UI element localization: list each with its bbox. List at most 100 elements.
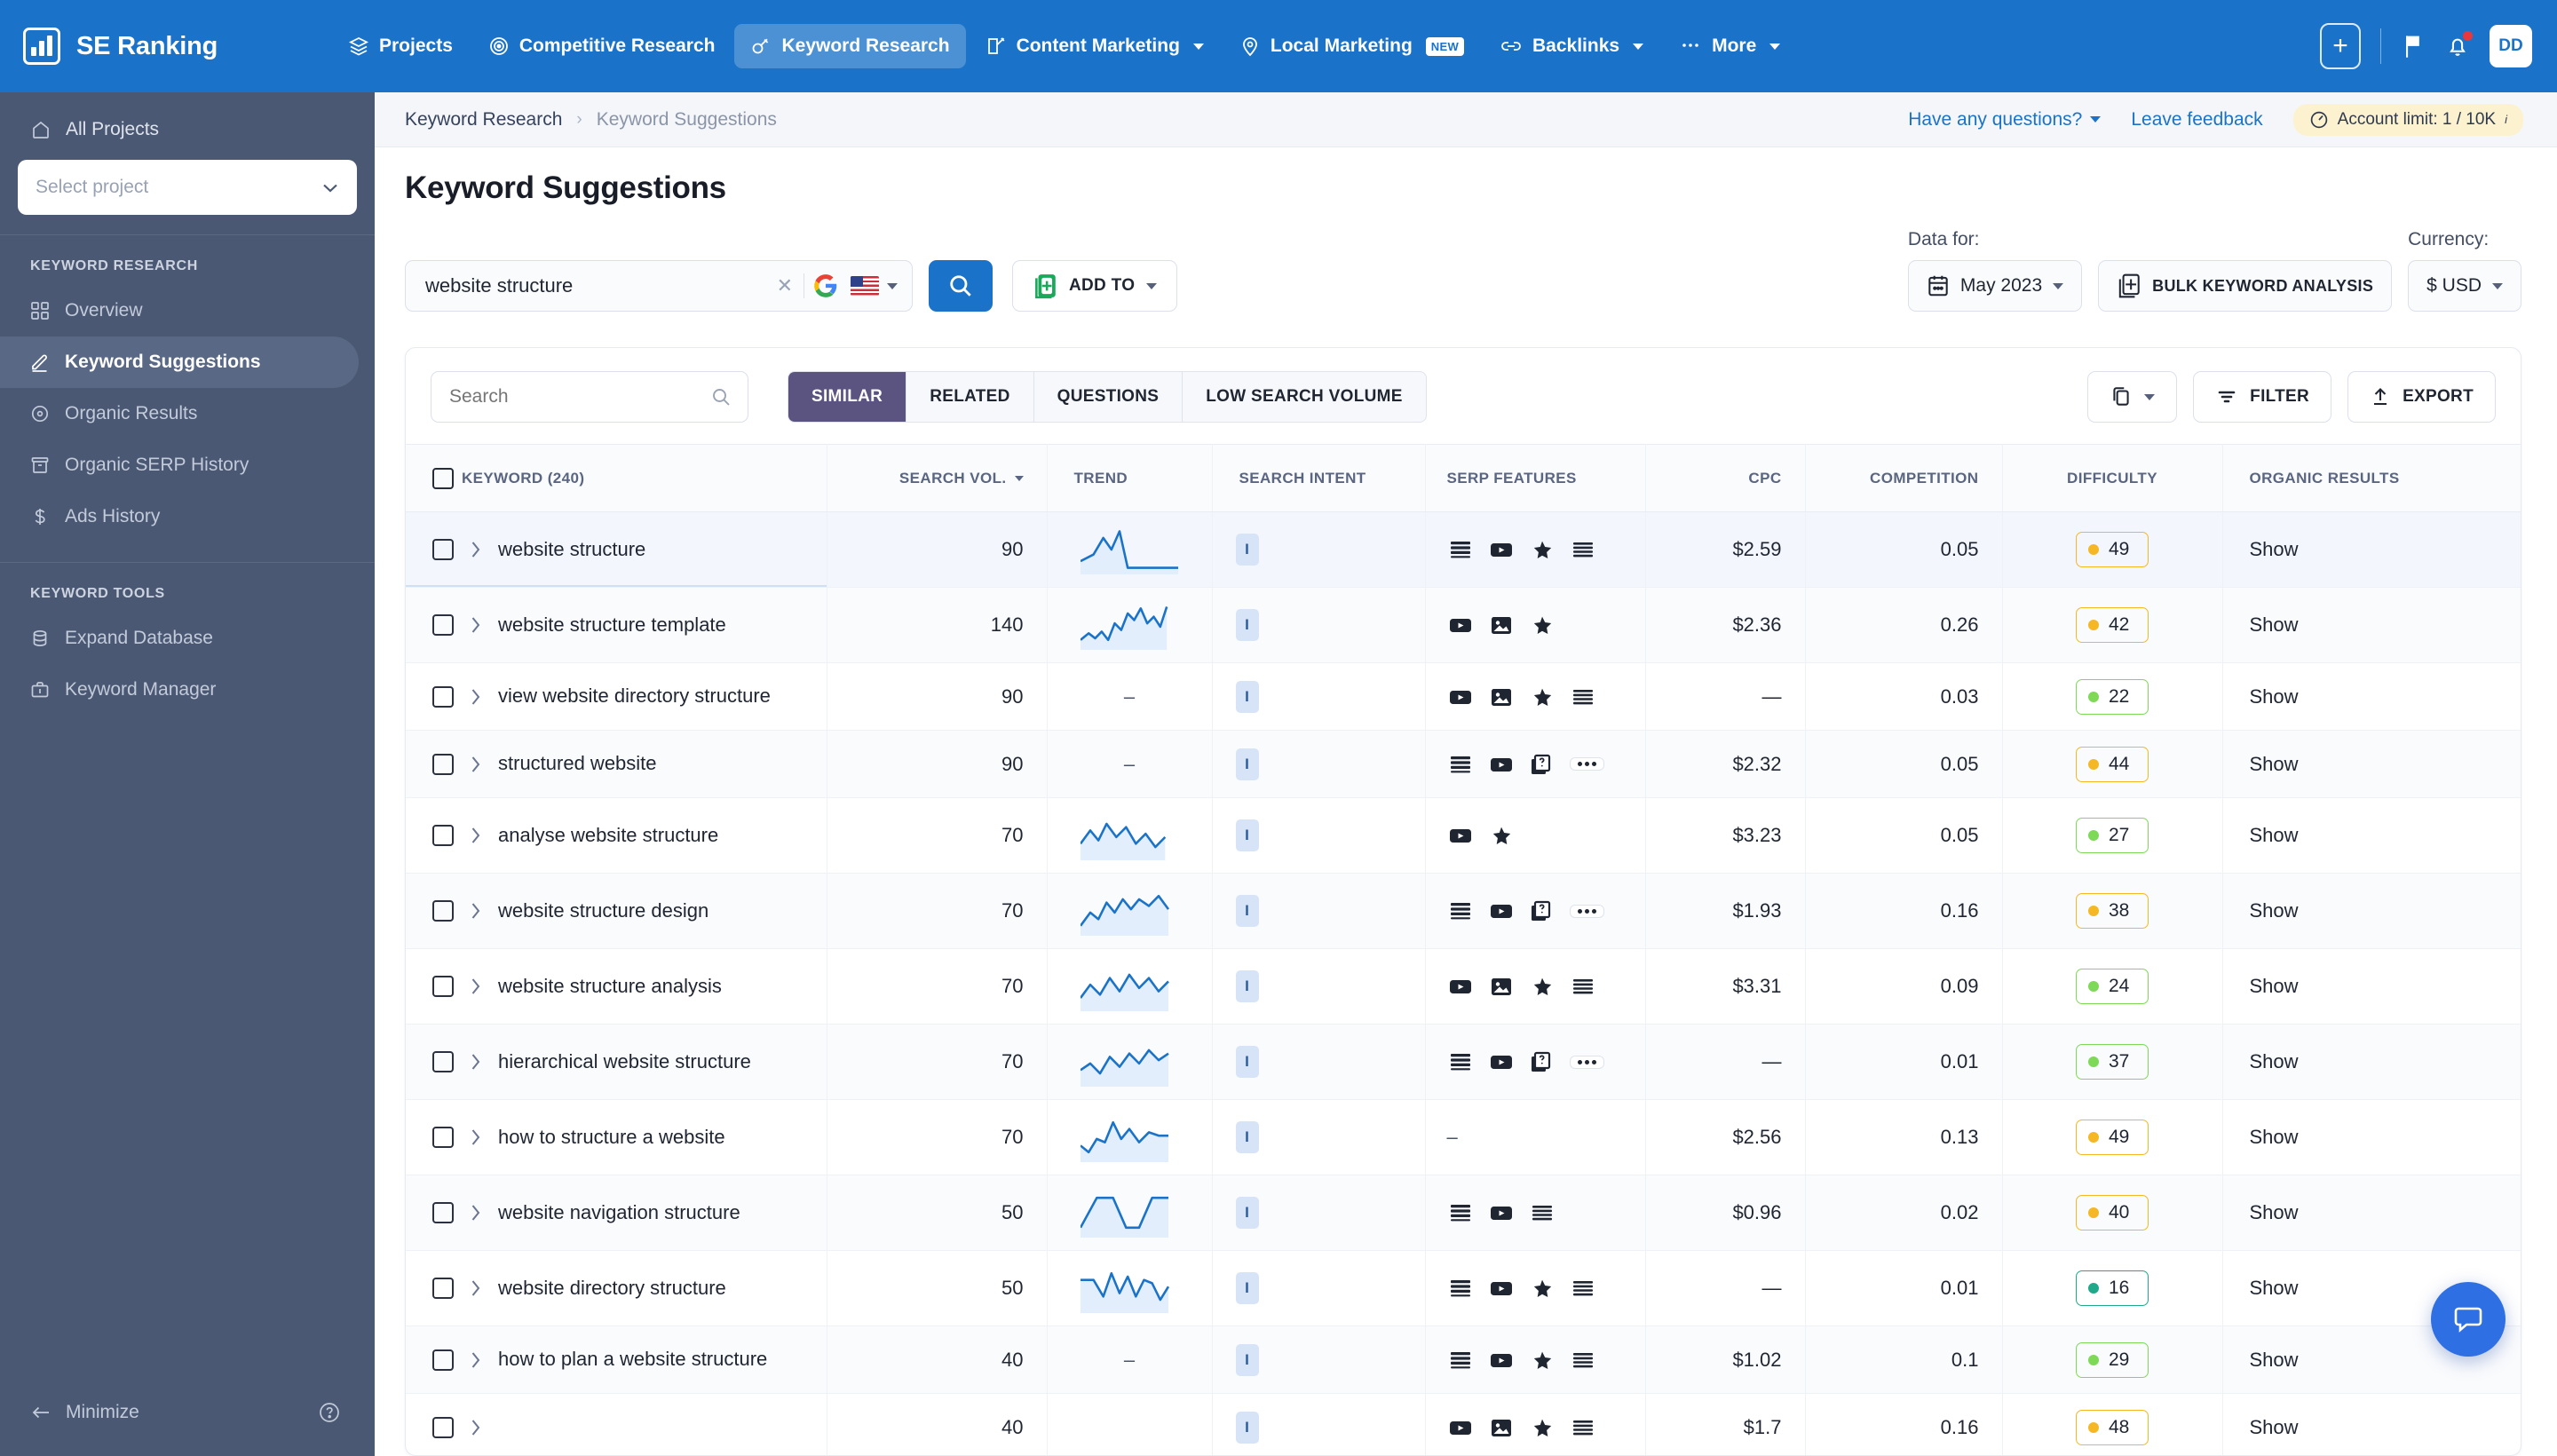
expand-chevron-icon[interactable] (470, 615, 482, 635)
reviews-star-icon[interactable] (1488, 824, 1515, 847)
difficulty-badge[interactable]: 48 (2076, 1409, 2149, 1445)
show-organic-link[interactable]: Show (2250, 685, 2299, 708)
table-row[interactable]: how to plan a website structure 40– I $1.02… (406, 1325, 2521, 1394)
expand-chevron-icon[interactable] (470, 755, 482, 774)
featured-snippet-icon[interactable] (1447, 538, 1474, 561)
table-row[interactable]: view website directory structure 90– I —0.0… (406, 662, 2521, 731)
show-organic-link[interactable]: Show (2250, 824, 2299, 846)
row-checkbox[interactable] (432, 753, 454, 775)
featured-snippet-icon[interactable] (1447, 1201, 1474, 1224)
difficulty-badge[interactable]: 37 (2076, 1044, 2149, 1080)
featured-snippet-icon[interactable] (1447, 753, 1474, 776)
intent-badge[interactable]: I (1235, 819, 1259, 851)
intent-badge[interactable]: I (1235, 970, 1259, 1002)
reviews-star-icon[interactable] (1529, 975, 1556, 998)
sidebar-item-organic-results[interactable]: Organic Results (0, 388, 359, 439)
expand-chevron-icon[interactable] (470, 901, 482, 921)
more-serp-features-button[interactable] (1569, 757, 1604, 771)
difficulty-badge[interactable]: 24 (2076, 969, 2149, 1004)
sitelinks-icon[interactable] (1570, 1277, 1596, 1300)
expand-chevron-icon[interactable] (470, 540, 482, 559)
row-checkbox[interactable] (432, 539, 454, 560)
sidebar-item-keyword-manager[interactable]: Keyword Manager (0, 664, 359, 716)
reviews-star-icon[interactable] (1529, 685, 1556, 708)
brand-logo-area[interactable]: SE Ranking (23, 28, 332, 65)
row-checkbox[interactable] (432, 1051, 454, 1072)
row-checkbox[interactable] (432, 976, 454, 997)
sidebar-item-keyword-suggestions[interactable]: Keyword Suggestions (0, 336, 359, 388)
keyword-search-box[interactable]: ✕ (405, 260, 913, 312)
nav-item-projects[interactable]: Projects (332, 24, 469, 68)
reviews-star-icon[interactable] (1529, 538, 1556, 561)
column-search-volume[interactable]: SEARCH VOL. (827, 444, 1048, 512)
show-organic-link[interactable]: Show (2250, 1416, 2299, 1438)
video-icon[interactable] (1447, 685, 1474, 708)
nav-item-competitive-research[interactable]: Competitive Research (472, 24, 732, 68)
intent-badge[interactable]: I (1235, 1121, 1259, 1153)
row-checkbox[interactable] (432, 1416, 454, 1438)
reviews-star-icon[interactable] (1529, 1349, 1556, 1372)
table-row[interactable]: analyse website structure 70 I $3.23 0.05 27 S… (406, 797, 2521, 874)
images-icon[interactable] (1488, 975, 1515, 998)
sidebar-item-overview[interactable]: Overview (0, 285, 359, 336)
table-row[interactable]: hierarchical website structure 70 I —0.01 37… (406, 1024, 2521, 1100)
clear-search-icon[interactable]: ✕ (768, 274, 802, 297)
intent-badge[interactable]: I (1235, 1197, 1259, 1229)
sitelinks-icon[interactable] (1529, 1201, 1556, 1224)
reviews-star-icon[interactable] (1529, 1277, 1556, 1300)
video-icon[interactable] (1488, 1201, 1515, 1224)
expand-chevron-icon[interactable] (470, 977, 482, 996)
table-search-input[interactable] (449, 386, 710, 408)
table-row[interactable]: website structure analysis 70 I $3.31 0.09 24… (406, 948, 2521, 1025)
show-organic-link[interactable]: Show (2250, 1126, 2299, 1148)
intent-badge[interactable]: I (1235, 609, 1259, 641)
expand-chevron-icon[interactable] (470, 1052, 482, 1072)
sitelinks-icon[interactable] (1570, 975, 1596, 998)
featured-snippet-icon[interactable] (1447, 899, 1474, 922)
nav-item-content-marketing[interactable]: Content Marketing (970, 24, 1220, 68)
notifications-button[interactable] (2445, 31, 2473, 59)
sidebar-item-organic-serp-history[interactable]: Organic SERP History (0, 439, 359, 491)
table-row[interactable]: website navigation structure 50 I $0.96 0.02… (406, 1175, 2521, 1251)
nav-item-more[interactable]: More (1663, 24, 1796, 68)
intent-badge[interactable]: I (1235, 1046, 1259, 1078)
difficulty-badge[interactable]: 16 (2076, 1270, 2149, 1306)
intent-badge[interactable]: I (1235, 1411, 1259, 1444)
table-row[interactable]: website structure 90 I $2.59 0.05 49 Show (406, 511, 2521, 588)
chat-widget-button[interactable] (2431, 1282, 2506, 1357)
currency-selector[interactable]: $ USD (2408, 260, 2521, 312)
video-icon[interactable] (1488, 1277, 1515, 1300)
intent-badge[interactable]: I (1235, 1272, 1259, 1304)
sitelinks-icon[interactable] (1570, 1349, 1596, 1372)
table-row[interactable]: 40 I $1.7 0.16 48 Show (406, 1393, 2521, 1455)
leave-feedback-link[interactable]: Leave feedback (2131, 109, 2262, 131)
filter-button[interactable]: FILTER (2193, 371, 2332, 423)
show-organic-link[interactable]: Show (2250, 613, 2299, 636)
tab-similar[interactable]: SIMILAR (788, 372, 907, 422)
row-checkbox[interactable] (432, 1349, 454, 1371)
sidebar-item-expand-database[interactable]: Expand Database (0, 613, 359, 664)
table-row[interactable]: structured website 90– I $2.32 0.05 44 Show (406, 730, 2521, 798)
sitelinks-icon[interactable] (1570, 1416, 1596, 1439)
featured-snippet-icon[interactable] (1447, 1349, 1474, 1372)
search-button[interactable] (929, 260, 993, 312)
row-checkbox[interactable] (432, 825, 454, 846)
select-all-checkbox[interactable] (432, 467, 454, 489)
table-row[interactable]: website structure template 140 I $2.36 0.26 4… (406, 587, 2521, 663)
images-icon[interactable] (1488, 613, 1515, 637)
intent-badge[interactable]: I (1235, 895, 1259, 927)
difficulty-badge[interactable]: 27 (2076, 818, 2149, 853)
columns-button[interactable] (2087, 371, 2178, 423)
row-checkbox[interactable] (432, 614, 454, 636)
flag-button[interactable] (2401, 33, 2426, 59)
more-serp-features-button[interactable] (1569, 1055, 1604, 1069)
expand-chevron-icon[interactable] (470, 1350, 482, 1370)
featured-snippet-icon[interactable] (1447, 1277, 1474, 1300)
intent-badge[interactable]: I (1235, 748, 1259, 780)
difficulty-badge[interactable]: 38 (2076, 893, 2149, 929)
reviews-star-icon[interactable] (1529, 1416, 1556, 1439)
difficulty-badge[interactable]: 44 (2076, 746, 2149, 782)
expand-chevron-icon[interactable] (470, 1203, 482, 1223)
images-icon[interactable] (1488, 1416, 1515, 1439)
export-button[interactable]: EXPORT (2347, 371, 2496, 423)
